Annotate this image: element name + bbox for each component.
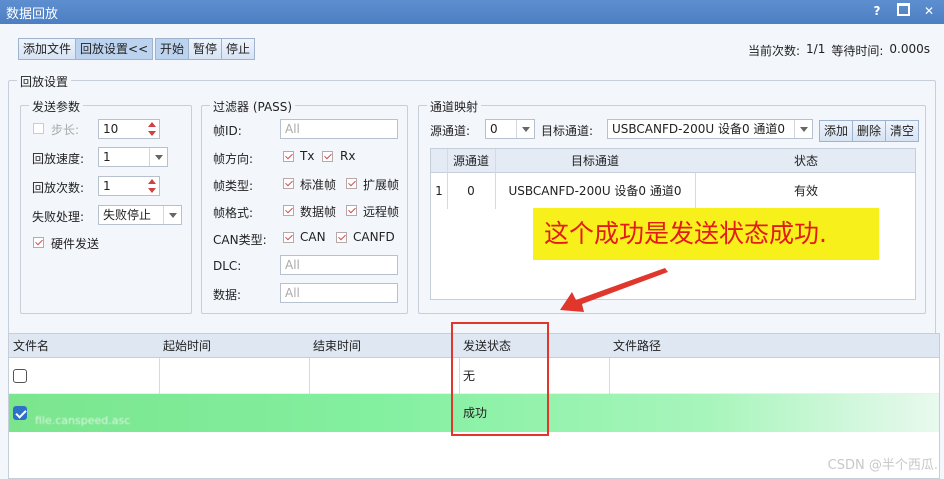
- count-value: 1: [103, 179, 111, 193]
- channel-col-source: 源通道: [452, 154, 489, 168]
- current-count-label: 当前次数:: [747, 44, 801, 58]
- help-button[interactable]: ?: [870, 3, 884, 19]
- filter-legend: 过滤器 (PASS): [210, 98, 296, 115]
- start-button[interactable]: 开始: [156, 39, 190, 59]
- add-file-button[interactable]: 添加文件: [19, 39, 77, 59]
- pause-button[interactable]: 暂停: [189, 39, 223, 59]
- window-title: 数据回放: [6, 6, 59, 22]
- add-mapping-button[interactable]: 添加: [820, 121, 854, 141]
- playback-button-group: 开始 暂停 停止: [155, 38, 256, 60]
- playback-status: 当前次数: 1/1 等待时间: 0.000s: [748, 42, 930, 59]
- channel-button-group: 添加 删除 清空: [819, 120, 920, 142]
- hardware-send-checkbox[interactable]: [33, 237, 44, 248]
- maximize-button[interactable]: [896, 3, 910, 19]
- wait-time-value: 0.000s: [889, 42, 930, 56]
- speed-label: 回放速度:: [32, 152, 85, 166]
- frame-id-label: 帧ID:: [213, 124, 242, 138]
- can-label: CAN: [300, 230, 326, 244]
- tx-label: Tx: [300, 149, 315, 163]
- row-target: USBCANFD-200U 设备0 通道0: [508, 184, 682, 198]
- rx-checkbox[interactable]: [322, 151, 333, 162]
- col-end-time[interactable]: 结束时间: [309, 334, 361, 358]
- fail-value: 失败停止: [103, 208, 152, 222]
- data-frame-checkbox[interactable]: [283, 205, 294, 216]
- file-button-group: 添加文件 回放设置<<: [18, 38, 154, 60]
- data-frame-label: 数据帧: [300, 205, 337, 219]
- hardware-send-label: 硬件发送: [51, 237, 100, 251]
- channel-map-legend: 通道映射: [427, 98, 482, 115]
- watermark: CSDN @半个西瓜.: [827, 458, 938, 473]
- frame-format-label: 帧格式:: [213, 206, 254, 220]
- stop-button[interactable]: 停止: [222, 39, 254, 59]
- highlight-box: [451, 322, 549, 436]
- speed-value: 1: [103, 150, 111, 164]
- row-index: 1: [435, 184, 443, 198]
- canfd-checkbox[interactable]: [336, 232, 347, 243]
- speed-select[interactable]: 1: [98, 147, 168, 167]
- source-channel-select[interactable]: 0: [485, 119, 535, 139]
- row-checkbox[interactable]: [13, 406, 27, 420]
- row-source: 0: [467, 184, 475, 198]
- step-checkbox[interactable]: [33, 123, 44, 134]
- fail-label: 失败处理:: [32, 210, 85, 224]
- close-button[interactable]: ✕: [922, 3, 936, 19]
- send-params-legend: 发送参数: [29, 98, 84, 115]
- delete-mapping-button[interactable]: 删除: [853, 121, 887, 141]
- rx-label: Rx: [340, 149, 356, 163]
- replay-settings-button[interactable]: 回放设置<<: [76, 39, 153, 59]
- count-input[interactable]: 1: [98, 176, 160, 196]
- tx-checkbox[interactable]: [283, 151, 294, 162]
- remote-frame-checkbox[interactable]: [346, 205, 357, 216]
- step-label: 步长:: [51, 123, 80, 137]
- can-type-label: CAN类型:: [213, 233, 267, 247]
- current-count-value: 1/1: [806, 42, 826, 56]
- canfd-label: CANFD: [353, 230, 395, 244]
- target-channel-value: USBCANFD-200U 设备0 通道0: [612, 122, 786, 136]
- step-spinner[interactable]: [147, 122, 157, 136]
- channel-col-target: 目标通道: [570, 154, 619, 168]
- dlc-input[interactable]: All: [280, 255, 398, 275]
- row-state: 有效: [793, 184, 818, 198]
- can-checkbox[interactable]: [283, 232, 294, 243]
- extended-frame-checkbox[interactable]: [346, 178, 357, 189]
- dlc-label: DLC:: [213, 259, 242, 273]
- chevron-down-icon: [163, 206, 181, 224]
- annotation-arrow: [560, 268, 668, 312]
- replay-settings-legend: 回放设置: [17, 73, 72, 90]
- step-input[interactable]: 10: [98, 119, 160, 139]
- wait-time-label: 等待时间:: [831, 44, 884, 58]
- target-channel-label: 目标通道:: [541, 124, 594, 138]
- annotation-callout: 这个成功是发送状态成功.: [533, 208, 879, 260]
- payload-input[interactable]: All: [280, 283, 398, 303]
- standard-frame-label: 标准帧: [300, 178, 337, 192]
- row-checkbox[interactable]: [13, 369, 27, 383]
- chevron-down-icon: [149, 148, 167, 166]
- channel-col-state: 状态: [793, 154, 818, 168]
- chevron-down-icon: [516, 120, 534, 138]
- step-value: 10: [103, 122, 119, 136]
- col-start-time[interactable]: 起始时间: [159, 334, 211, 358]
- remote-frame-label: 远程帧: [363, 205, 400, 219]
- fail-select[interactable]: 失败停止: [98, 205, 182, 225]
- count-spinner[interactable]: [147, 179, 157, 193]
- frame-type-label: 帧类型:: [213, 179, 254, 193]
- chevron-down-icon: [794, 120, 812, 138]
- row-file-name: file.canspeed.asc: [35, 414, 131, 427]
- window-titlebar: 数据回放 ? ✕: [0, 0, 944, 24]
- frame-id-input[interactable]: All: [280, 119, 398, 139]
- source-channel-label: 源通道:: [430, 124, 471, 138]
- extended-frame-label: 扩展帧: [363, 178, 400, 192]
- source-channel-value: 0: [490, 122, 498, 136]
- col-file-name[interactable]: 文件名: [9, 334, 49, 358]
- col-file-path[interactable]: 文件路径: [609, 334, 661, 358]
- target-channel-select[interactable]: USBCANFD-200U 设备0 通道0: [607, 119, 813, 139]
- payload-label: 数据:: [213, 288, 242, 302]
- direction-label: 帧方向:: [213, 152, 254, 166]
- count-label: 回放次数:: [32, 181, 85, 195]
- clear-mapping-button[interactable]: 清空: [886, 121, 918, 141]
- standard-frame-checkbox[interactable]: [283, 178, 294, 189]
